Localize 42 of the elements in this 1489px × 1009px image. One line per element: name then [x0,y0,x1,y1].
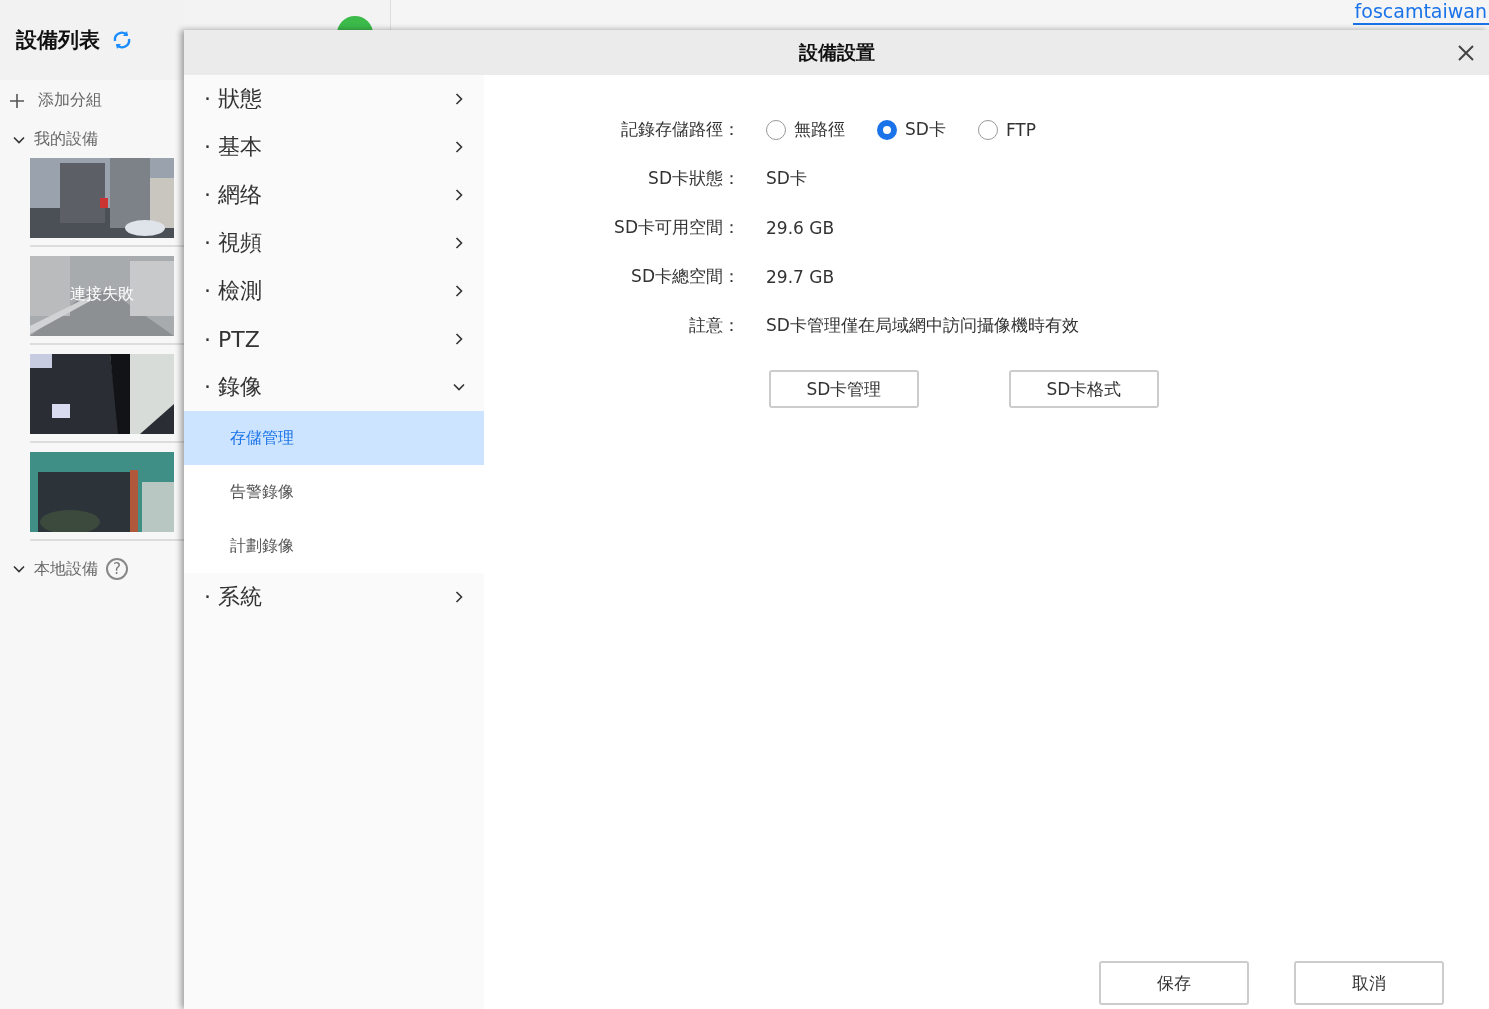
submenu-item[interactable]: 告警錄像 [184,465,484,519]
field-label: SD卡總空間： [630,265,740,288]
menu-item[interactable]: · 網络 [204,180,262,210]
close-icon[interactable] [1457,44,1475,62]
account-link[interactable]: foscamtaiwan [1352,0,1489,25]
radio-label[interactable]: FTP [1005,119,1036,140]
field-label: SD卡可用空間： [613,216,740,239]
menu-item[interactable]: · 錄像 [204,372,262,402]
plus-icon [10,93,24,108]
menu-item[interactable]: · 基本 [204,132,262,162]
action-button[interactable]: SD卡管理 [769,370,919,408]
dialog-title: 設備設置 [798,39,875,65]
menu-item[interactable]: · 檢測 [204,276,262,306]
submenu-item[interactable]: 存儲管理 [184,411,484,465]
field-value: 29.6 GB [766,217,836,238]
submenu-item[interactable]: 計劃錄像 [184,519,484,573]
footer-button[interactable]: 取消 [1294,961,1444,1005]
menu-item[interactable]: · 系統 [204,582,262,612]
menu-item[interactable]: · 狀態 [204,84,262,114]
add-group-label: 添加分組 [38,90,102,111]
field-value: SD卡管理僅在局域網中訪问攝像機時有效 [766,314,1080,337]
menu-item[interactable]: · PTZ [204,326,260,352]
radio-button[interactable] [877,119,897,140]
radio-label[interactable]: SD卡 [905,118,946,141]
field-value: SD卡 [766,167,808,190]
field-label: 記錄存儲路徑： [620,118,740,141]
radio-button[interactable] [766,119,786,140]
field-label: 註意： [688,314,740,337]
add-icon[interactable] [337,16,373,30]
footer-button[interactable]: 保存 [1099,961,1249,1005]
help-icon[interactable]: ? [106,558,128,580]
radio-label[interactable]: 無路徑 [794,118,845,141]
add-group-button[interactable]: 添加分組 [0,80,184,121]
status-label: 連接失敗 [69,284,135,305]
group-label[interactable]: 本地設備 [34,558,98,580]
radio-button[interactable] [977,119,998,140]
group-label[interactable]: 我的設備 [34,129,98,150]
menu-item[interactable]: · 視頻 [204,228,262,258]
sidebar-title: 設備列表 [16,27,100,54]
field-value: 29.7 GB [766,266,836,287]
action-button[interactable]: SD卡格式 [1009,370,1159,408]
field-label: SD卡狀態： [647,167,740,190]
